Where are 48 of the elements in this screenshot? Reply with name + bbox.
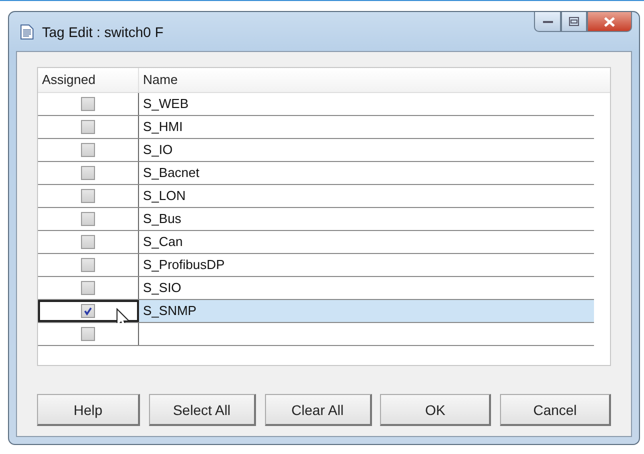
- table-row[interactable]: [38, 323, 594, 346]
- checkbox[interactable]: [81, 212, 95, 226]
- table-cell-text: S_ProfibusDP: [142, 256, 226, 274]
- table-cell-text: S_IO: [142, 141, 174, 159]
- checkbox[interactable]: [81, 281, 95, 295]
- table-row[interactable]: S_Bus: [38, 208, 594, 231]
- dialog-button[interactable]: Select All: [148, 394, 256, 426]
- checkbox[interactable]: [81, 143, 95, 157]
- table-cell-text: S_SNMP: [142, 302, 198, 320]
- dialog-button[interactable]: Clear All: [264, 394, 372, 426]
- table-row[interactable]: S_SIO: [38, 277, 594, 300]
- table-row[interactable]: S_LON: [38, 185, 594, 208]
- checkbox[interactable]: [81, 97, 95, 111]
- checkbox[interactable]: [81, 189, 95, 203]
- table-row[interactable]: S_ProfibusDP: [38, 254, 594, 277]
- document-icon: [20, 24, 34, 40]
- minimize-icon: [542, 20, 552, 24]
- checkbox[interactable]: [81, 235, 95, 249]
- table-row[interactable]: S_Bacnet: [38, 162, 594, 185]
- column-header[interactable]: Name: [139, 68, 610, 92]
- checkbox[interactable]: [81, 258, 95, 272]
- checkbox[interactable]: [81, 166, 95, 180]
- checkbox[interactable]: [81, 120, 95, 134]
- checkbox[interactable]: [81, 327, 95, 341]
- table-cell-text: S_LON: [142, 187, 187, 205]
- maximize-icon: [569, 17, 579, 26]
- table-row[interactable]: S_SNMP: [38, 300, 594, 323]
- checkbox[interactable]: [81, 304, 95, 318]
- dialog-button[interactable]: Help: [37, 394, 140, 426]
- table-row[interactable]: S_HMI: [38, 116, 594, 139]
- close-icon: [604, 16, 615, 26]
- window-title: Tag Edit : switch0 F: [42, 24, 164, 40]
- table-cell-text: S_Bus: [142, 210, 182, 228]
- table-cell-text: S_Bacnet: [142, 164, 200, 182]
- table-row[interactable]: S_IO: [38, 139, 594, 162]
- minimize-button[interactable]: [534, 12, 561, 32]
- table-cell-text: S_SIO: [142, 279, 182, 297]
- table-row[interactable]: S_Can: [38, 231, 594, 254]
- table-row[interactable]: S_WEB: [38, 93, 594, 116]
- maximize-button[interactable]: [561, 12, 587, 32]
- column-header[interactable]: Assigned: [38, 68, 139, 92]
- table-cell-text: S_Can: [142, 233, 184, 251]
- checkmark-icon: [83, 306, 93, 316]
- table-cell-text: S_HMI: [142, 118, 184, 136]
- dialog-button[interactable]: Cancel: [500, 394, 611, 426]
- close-button[interactable]: [587, 12, 632, 32]
- table-cell-text: S_WEB: [142, 95, 190, 113]
- dialog-button[interactable]: OK: [380, 394, 492, 426]
